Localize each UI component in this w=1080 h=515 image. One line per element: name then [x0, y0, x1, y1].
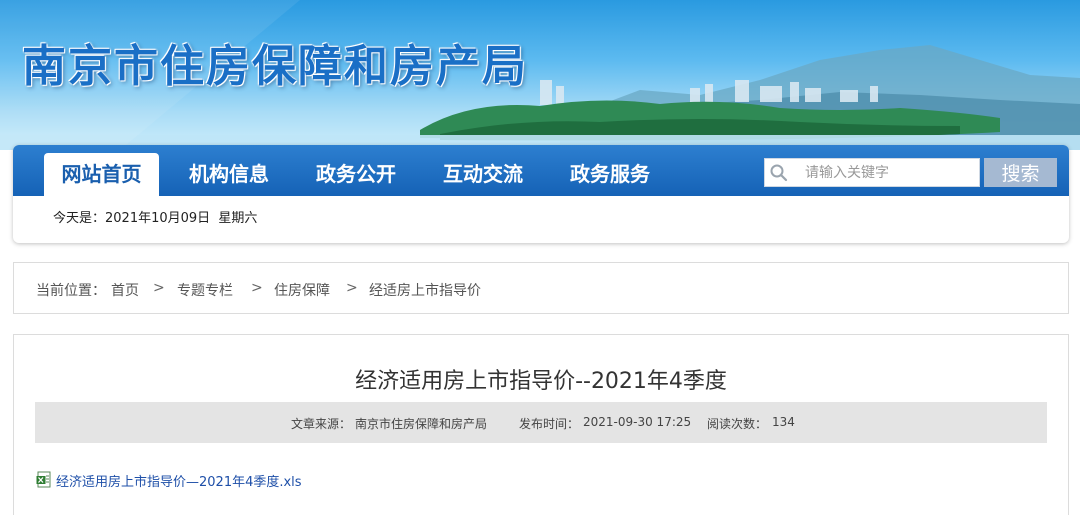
main-nav: 网站首页 机构信息 政务公开 互动交流 政务服务 搜索 [13, 145, 1069, 196]
views-label: 阅读次数： [707, 417, 768, 431]
published-value: 2021-09-30 17:25 [583, 415, 692, 429]
breadcrumb-item-home[interactable]: 首页 [111, 280, 139, 300]
attachment-link[interactable]: 经济适用房上市指导价—2021年4季度.xls [56, 471, 302, 490]
source-label: 文章来源： [291, 417, 352, 431]
date-text: 今天是：2021年10月09日 星期六 [53, 211, 258, 226]
search-button[interactable]: 搜索 [984, 158, 1057, 187]
source-value: 南京市住房保障和房产局 [355, 417, 488, 431]
nav-item-services[interactable]: 政务服务 [570, 153, 650, 196]
breadcrumb-separator: > [251, 280, 263, 296]
breadcrumb: 当前位置： 首页 > 专题专栏 > 住房保障 > 经适房上市指导价 [13, 262, 1069, 314]
breadcrumb-separator: > [346, 280, 358, 296]
nav-item-interaction[interactable]: 互动交流 [443, 153, 523, 196]
breadcrumb-prefix: 当前位置： [36, 283, 106, 299]
article: 经济适用房上市指导价--2021年4季度 文章来源： 南京市住房保障和房产局 发… [13, 334, 1069, 515]
header-banner: 南京市住房保障和房产局 [0, 0, 1080, 150]
views-value: 134 [772, 415, 795, 429]
nav-panel: 网站首页 机构信息 政务公开 互动交流 政务服务 搜索 今天是：2021年10月… [13, 145, 1069, 243]
search-box [764, 158, 980, 187]
published-label: 发布时间： [519, 417, 580, 431]
excel-file-icon [36, 471, 51, 488]
article-title: 经济适用房上市指导价--2021年4季度 [355, 369, 727, 394]
nav-item-home[interactable]: 网站首页 [44, 153, 159, 196]
article-meta: 文章来源： 南京市住房保障和房产局 发布时间： 2021-09-30 17:25… [35, 402, 1047, 443]
nav-item-government-affairs[interactable]: 政务公开 [316, 153, 396, 196]
breadcrumb-item-housing[interactable]: 住房保障 [274, 280, 330, 300]
nav-item-organization[interactable]: 机构信息 [189, 153, 269, 196]
breadcrumb-item-current[interactable]: 经适房上市指导价 [369, 280, 481, 300]
breadcrumb-item-topics[interactable]: 专题专栏 [177, 280, 233, 300]
search-icon [770, 164, 788, 182]
search-input[interactable] [805, 162, 975, 184]
site-title: 南京市住房保障和房产局 [22, 41, 528, 92]
breadcrumb-separator: > [153, 280, 165, 296]
